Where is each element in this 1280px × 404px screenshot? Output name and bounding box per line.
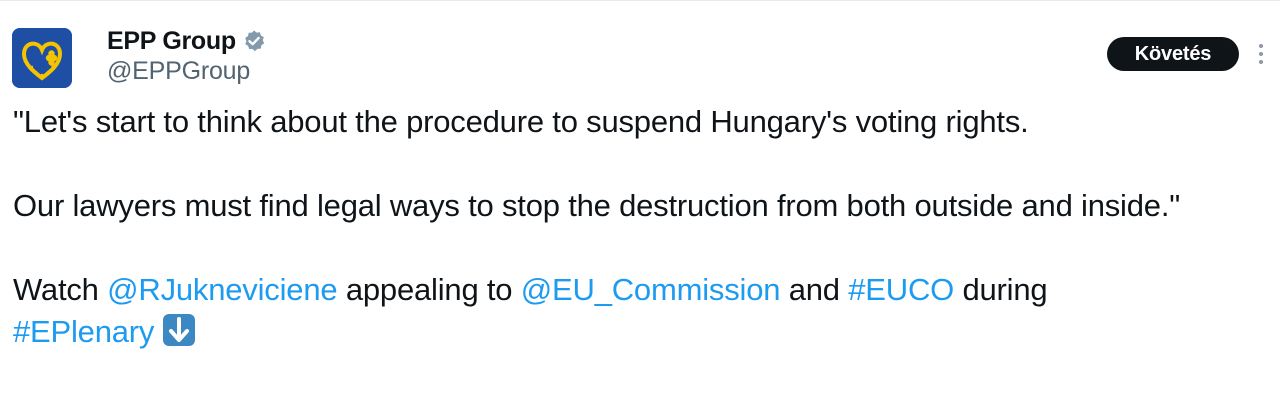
mention-rjukneviciene[interactable]: @RJukneviciene [107,272,337,307]
verified-badge-icon [242,29,266,53]
watch-text: Watch [13,272,108,307]
mention-eu-commission[interactable]: @EU_Commission [521,272,781,307]
down-arrow-emoji-icon [162,313,196,347]
and-text: and [780,272,849,307]
tweet-text: "Let's start to think about the procedur… [13,101,1263,353]
epp-logo-icon [12,28,72,88]
author-info: EPP Group @EPPGroup [107,25,266,86]
follow-button[interactable]: Követés [1107,37,1239,71]
tweet-card: EPP Group @EPPGroup Követés "Let's start… [0,0,1280,404]
avatar[interactable] [12,28,72,88]
name-row: EPP Group [107,25,266,57]
during-text: during [954,272,1048,307]
hashtag-euco[interactable]: #EUCO [848,272,954,307]
tweet-paragraph-3: Watch @RJukneviciene appealing to @EU_Co… [13,269,1263,353]
tweet-paragraph-1: "Let's start to think about the procedur… [13,104,1029,139]
more-vertical-icon[interactable] [1254,41,1268,67]
user-handle[interactable]: @EPPGroup [107,57,266,86]
tweet-paragraph-2: Our lawyers must find legal ways to stop… [13,188,1181,223]
appealing-text: appealing to [337,272,521,307]
display-name[interactable]: EPP Group [107,27,236,56]
hashtag-eplenary[interactable]: #EPlenary [13,314,154,349]
